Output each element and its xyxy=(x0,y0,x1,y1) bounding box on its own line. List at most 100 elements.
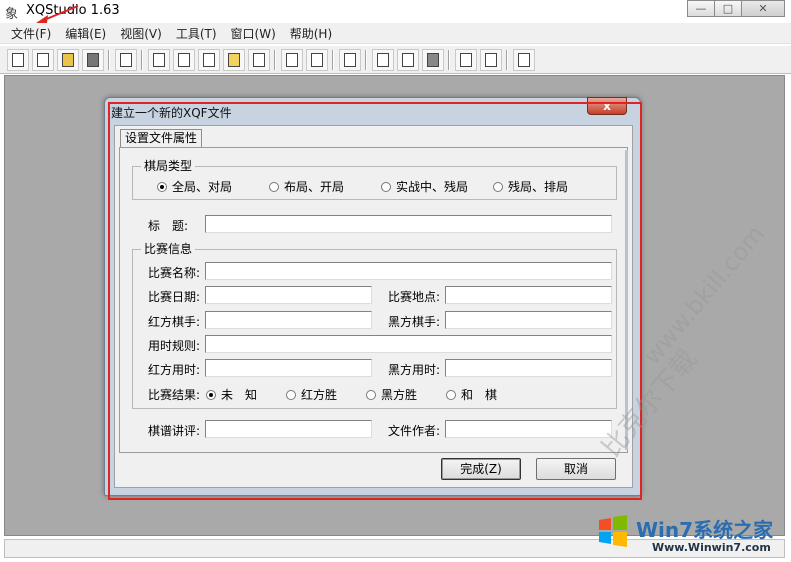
radio-dot xyxy=(206,389,216,400)
match-info-title: 比赛信息 xyxy=(141,242,196,256)
maximize-icon: □ xyxy=(722,2,734,15)
windows-flag-icon xyxy=(599,515,627,547)
open-folder-icon[interactable] xyxy=(57,49,79,71)
toolbar-separator xyxy=(448,50,450,70)
copy2-icon[interactable] xyxy=(397,49,419,71)
tab-page: 棋局类型 全局、对局 布局、开局 实战中、残局 残局、排局 标 题: 比赛信息 … xyxy=(119,147,628,453)
radio-game-endgame[interactable]: 残局、排局 xyxy=(493,178,568,195)
export-icon[interactable] xyxy=(32,49,54,71)
close-button[interactable]: ✕ xyxy=(741,0,785,17)
radio-dot xyxy=(157,181,167,192)
radio-dot xyxy=(446,389,456,400)
match-place-input[interactable] xyxy=(445,286,612,304)
radio-game-opening[interactable]: 布局、开局 xyxy=(269,178,344,195)
radio-label: 布局、开局 xyxy=(284,180,345,194)
stop-icon[interactable] xyxy=(82,49,104,71)
window-controls: — □ ✕ xyxy=(687,0,785,17)
toolbar-separator xyxy=(274,50,276,70)
black-time-label: 黑方用时: xyxy=(388,363,441,377)
menu-help[interactable]: 帮助(H) xyxy=(283,25,339,42)
dialog-close-button[interactable]: x xyxy=(587,97,627,115)
match-date-label: 比赛日期: xyxy=(148,290,201,304)
red-time-input[interactable] xyxy=(205,359,372,377)
radio-label: 和 棋 xyxy=(461,388,498,402)
radio-game-full[interactable]: 全局、对局 xyxy=(157,178,232,195)
toolbar-separator xyxy=(141,50,143,70)
match-name-label: 比赛名称: xyxy=(148,266,201,280)
title-bar: 象 XQStudio 1.63 — □ ✕ xyxy=(0,0,791,23)
title-label: 标 题: xyxy=(148,219,189,233)
menu-tools[interactable]: 工具(T) xyxy=(169,25,224,42)
radio-result-unknown[interactable]: 未 知 xyxy=(206,386,257,403)
radio-dot xyxy=(269,181,279,192)
dialog-title: 建立一个新的XQF文件 xyxy=(111,106,232,120)
branch-icon[interactable] xyxy=(339,49,361,71)
match-name-input[interactable] xyxy=(205,262,612,280)
menu-edit[interactable]: 编辑(E) xyxy=(58,25,113,42)
menu-file[interactable]: 文件(F) xyxy=(4,25,58,42)
minimize-button[interactable]: — xyxy=(687,0,715,17)
dialog-client: 设置文件属性 棋局类型 全局、对局 布局、开局 实战中、残局 残局、排局 标 题… xyxy=(114,125,633,488)
radio-dot xyxy=(493,181,503,192)
open-icon[interactable] xyxy=(198,49,220,71)
red-player-label: 红方棋手: xyxy=(148,315,201,329)
match-date-input[interactable] xyxy=(205,286,372,304)
time-rule-input[interactable] xyxy=(205,335,612,353)
list-icon[interactable] xyxy=(115,49,137,71)
cut-icon[interactable] xyxy=(372,49,394,71)
toolbar-separator xyxy=(506,50,508,70)
tab-file-properties[interactable]: 设置文件属性 xyxy=(120,129,203,148)
radio-label: 未 知 xyxy=(221,388,258,402)
radio-label: 全局、对局 xyxy=(172,180,233,194)
swap-icon[interactable] xyxy=(306,49,328,71)
copy-icon[interactable] xyxy=(173,49,195,71)
move-icon[interactable] xyxy=(148,49,170,71)
game-type-title: 棋局类型 xyxy=(141,159,196,173)
radio-label: 实战中、残局 xyxy=(396,180,469,194)
minimize-icon: — xyxy=(695,2,707,15)
radio-label: 残局、排局 xyxy=(508,180,569,194)
radio-label: 黑方胜 xyxy=(381,388,418,402)
menu-view[interactable]: 视图(V) xyxy=(113,25,169,42)
up-down-icon[interactable] xyxy=(281,49,303,71)
author-label: 文件作者: xyxy=(388,424,441,438)
black-player-label: 黑方棋手: xyxy=(388,315,441,329)
app-icon: 象 xyxy=(5,7,19,22)
radio-result-draw[interactable]: 和 棋 xyxy=(446,386,497,403)
author-input[interactable] xyxy=(445,420,612,438)
match-place-label: 比赛地点: xyxy=(388,290,441,304)
close-icon: x xyxy=(603,99,611,113)
new-file-icon[interactable] xyxy=(7,49,29,71)
time-rule-label: 用时规则: xyxy=(148,339,201,353)
maximize-button[interactable]: □ xyxy=(714,0,742,17)
grid-icon[interactable] xyxy=(248,49,270,71)
paste-icon[interactable] xyxy=(422,49,444,71)
red-arrow-annotation-icon xyxy=(36,5,79,23)
red-player-input[interactable] xyxy=(205,311,372,329)
preview-icon[interactable] xyxy=(513,49,535,71)
radio-result-red-win[interactable]: 红方胜 xyxy=(286,386,337,403)
refresh-icon[interactable] xyxy=(480,49,502,71)
radio-dot xyxy=(381,181,391,192)
close-icon: ✕ xyxy=(758,2,768,15)
win7-logo xyxy=(596,514,630,548)
new-xqf-dialog: 建立一个新的XQF文件 x 设置文件属性 棋局类型 全局、对局 布局、开局 实战… xyxy=(104,97,641,496)
game-type-group: 棋局类型 全局、对局 布局、开局 实战中、残局 残局、排局 xyxy=(132,159,617,200)
black-time-input[interactable] xyxy=(445,359,612,377)
commentary-input[interactable] xyxy=(205,420,372,438)
title-input[interactable] xyxy=(205,215,612,233)
red-time-label: 红方用时: xyxy=(148,363,201,377)
toolbar xyxy=(0,46,791,74)
radio-label: 红方胜 xyxy=(301,388,338,402)
save-icon[interactable] xyxy=(223,49,245,71)
cancel-button[interactable]: 取消 xyxy=(536,458,616,480)
finish-button[interactable]: 完成(Z) xyxy=(441,458,521,480)
radio-result-black-win[interactable]: 黑方胜 xyxy=(366,386,417,403)
radio-dot xyxy=(366,389,376,400)
radio-game-middle[interactable]: 实战中、残局 xyxy=(381,178,468,195)
page-icon[interactable] xyxy=(455,49,477,71)
dialog-edge-strip xyxy=(625,150,628,450)
menu-window[interactable]: 窗口(W) xyxy=(224,25,283,42)
black-player-input[interactable] xyxy=(445,311,612,329)
toolbar-separator xyxy=(108,50,110,70)
